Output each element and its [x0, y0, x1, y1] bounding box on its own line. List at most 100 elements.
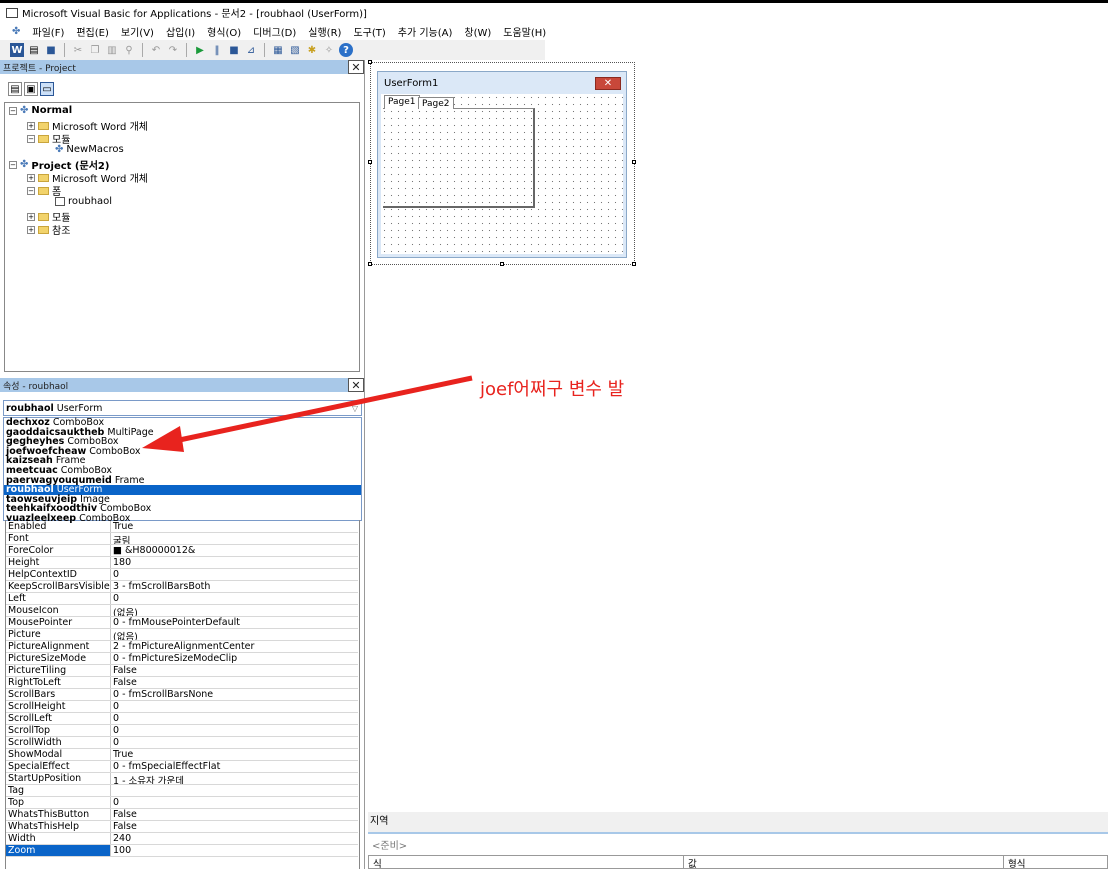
property-value[interactable]: 0: [111, 569, 358, 580]
resize-handle[interactable]: [632, 160, 636, 164]
property-row[interactable]: HelpContextID 0: [6, 569, 358, 581]
property-row[interactable]: WhatsThisButton False: [6, 809, 358, 821]
pause-icon[interactable]: ‖: [210, 43, 224, 57]
property-row[interactable]: PictureAlignment 2 - fmPictureAlignmentCe…: [6, 641, 358, 653]
property-value[interactable]: 0: [111, 737, 358, 748]
property-value[interactable]: 0: [111, 797, 358, 808]
resize-handle[interactable]: [368, 60, 372, 64]
property-row[interactable]: MouseIcon (없음): [6, 605, 358, 617]
property-row[interactable]: PictureTiling False: [6, 665, 358, 677]
resize-handle[interactable]: [368, 160, 372, 164]
property-row-selected[interactable]: Zoom 100: [6, 845, 358, 857]
property-row[interactable]: Tag: [6, 785, 358, 797]
menu-addins[interactable]: 추가 기능(A): [398, 24, 453, 39]
property-row[interactable]: PictureSizeMode 0 - fmPictureSizeModeClip: [6, 653, 358, 665]
property-row[interactable]: Enabled True: [6, 521, 358, 533]
properties-icon[interactable]: ▧: [288, 43, 302, 57]
multipage-control[interactable]: [383, 108, 535, 208]
redo-icon[interactable]: ↷: [166, 43, 180, 57]
property-value[interactable]: ■ &H80000012&: [111, 545, 358, 556]
property-value[interactable]: False: [111, 821, 358, 832]
object-browser-icon[interactable]: ✱: [305, 43, 319, 57]
vba-menu-icon[interactable]: ✤: [12, 26, 20, 37]
run-icon[interactable]: ▶: [193, 43, 207, 57]
property-value[interactable]: 0: [111, 713, 358, 724]
property-value[interactable]: 3 - fmScrollBarsBoth: [111, 581, 358, 592]
collapse-icon[interactable]: −: [9, 106, 17, 115]
column-value[interactable]: 값: [684, 856, 1004, 870]
stop-icon[interactable]: ■: [227, 43, 241, 57]
property-row[interactable]: ShowModal True: [6, 749, 358, 761]
property-row[interactable]: SpecialEffect 0 - fmSpecialEffectFlat: [6, 761, 358, 773]
view-object-icon[interactable]: ▣: [24, 82, 38, 96]
property-row[interactable]: KeepScrollBarsVisible 3 - fmScrollBarsBot…: [6, 581, 358, 593]
property-value[interactable]: 240: [111, 833, 358, 844]
menu-tools[interactable]: 도구(T): [353, 24, 385, 39]
tab-page1[interactable]: Page1: [384, 95, 420, 109]
tree-node-newmacros[interactable]: ✤ NewMacros: [55, 144, 124, 155]
paste-icon[interactable]: ▥: [105, 43, 119, 57]
property-value[interactable]: False: [111, 677, 358, 688]
resize-handle[interactable]: [500, 262, 504, 266]
property-row[interactable]: ForeColor ■ &H80000012&: [6, 545, 358, 557]
menu-edit[interactable]: 편집(E): [76, 24, 109, 39]
property-row[interactable]: Left 0: [6, 593, 358, 605]
property-value[interactable]: 굴림: [111, 533, 358, 544]
property-value[interactable]: 180: [111, 557, 358, 568]
menu-format[interactable]: 형식(O): [207, 24, 241, 39]
property-value[interactable]: 0: [111, 701, 358, 712]
property-row[interactable]: ScrollWidth 0: [6, 737, 358, 749]
project-tree[interactable]: − ✤ Normal + Microsoft Word 개체 − 모듈 ✤ Ne…: [4, 102, 360, 372]
property-value[interactable]: 0 - fmSpecialEffectFlat: [111, 761, 358, 772]
property-value[interactable]: 0 - fmMousePointerDefault: [111, 617, 358, 628]
column-type[interactable]: 형식: [1004, 856, 1107, 870]
column-expression[interactable]: 식: [369, 856, 684, 870]
menu-window[interactable]: 창(W): [464, 24, 491, 39]
property-value[interactable]: 2 - fmPictureAlignmentCenter: [111, 641, 358, 652]
property-row[interactable]: MousePointer 0 - fmMousePointerDefault: [6, 617, 358, 629]
collapse-icon[interactable]: −: [27, 186, 35, 195]
property-value[interactable]: 0 - fmScrollBarsNone: [111, 689, 358, 700]
property-value[interactable]: (없음): [111, 605, 358, 616]
menu-debug[interactable]: 디버그(D): [253, 24, 296, 39]
menu-view[interactable]: 보기(V): [121, 24, 154, 39]
project-explorer-icon[interactable]: ▦: [271, 43, 285, 57]
property-row[interactable]: Picture (없음): [6, 629, 358, 641]
property-value[interactable]: 0 - fmPictureSizeModeClip: [111, 653, 358, 664]
tree-node-references[interactable]: + 참조: [27, 222, 70, 237]
help-icon[interactable]: ?: [339, 43, 353, 57]
property-row[interactable]: Font 굴림: [6, 533, 358, 545]
insert-userform-icon[interactable]: ▤: [27, 43, 41, 57]
menu-help[interactable]: 도움말(H): [503, 24, 546, 39]
property-value[interactable]: [111, 785, 358, 796]
cut-icon[interactable]: ✂: [71, 43, 85, 57]
property-row[interactable]: Width 240: [6, 833, 358, 845]
tree-node-normal[interactable]: − ✤ Normal: [9, 105, 72, 116]
menu-run[interactable]: 실행(R): [308, 24, 341, 39]
property-value[interactable]: False: [111, 809, 358, 820]
property-value[interactable]: 1 - 소유자 가운데: [111, 773, 358, 784]
property-row[interactable]: ScrollTop 0: [6, 725, 358, 737]
resize-handle[interactable]: [368, 262, 372, 266]
view-code-icon[interactable]: ▤: [8, 82, 22, 96]
expand-icon[interactable]: +: [27, 225, 35, 234]
property-value[interactable]: 100: [111, 845, 358, 856]
toggle-folders-icon[interactable]: ▭: [40, 82, 54, 96]
collapse-icon[interactable]: −: [27, 134, 35, 143]
find-icon[interactable]: ⚲: [122, 43, 136, 57]
tree-node-roubhaol[interactable]: roubhaol: [55, 196, 112, 207]
property-row[interactable]: ScrollHeight 0: [6, 701, 358, 713]
close-icon[interactable]: ✕: [348, 60, 364, 74]
property-value[interactable]: False: [111, 665, 358, 676]
expand-icon[interactable]: +: [27, 212, 35, 221]
menu-insert[interactable]: 삽입(I): [166, 24, 195, 39]
property-row[interactable]: ScrollBars 0 - fmScrollBarsNone: [6, 689, 358, 701]
tab-page2[interactable]: Page2: [418, 97, 454, 109]
property-value[interactable]: 0: [111, 725, 358, 736]
resize-handle[interactable]: [632, 262, 636, 266]
expand-icon[interactable]: +: [27, 121, 35, 130]
property-row[interactable]: Height 180: [6, 557, 358, 569]
save-icon[interactable]: ■: [44, 43, 58, 57]
design-mode-icon[interactable]: ⊿: [244, 43, 258, 57]
undo-icon[interactable]: ↶: [149, 43, 163, 57]
